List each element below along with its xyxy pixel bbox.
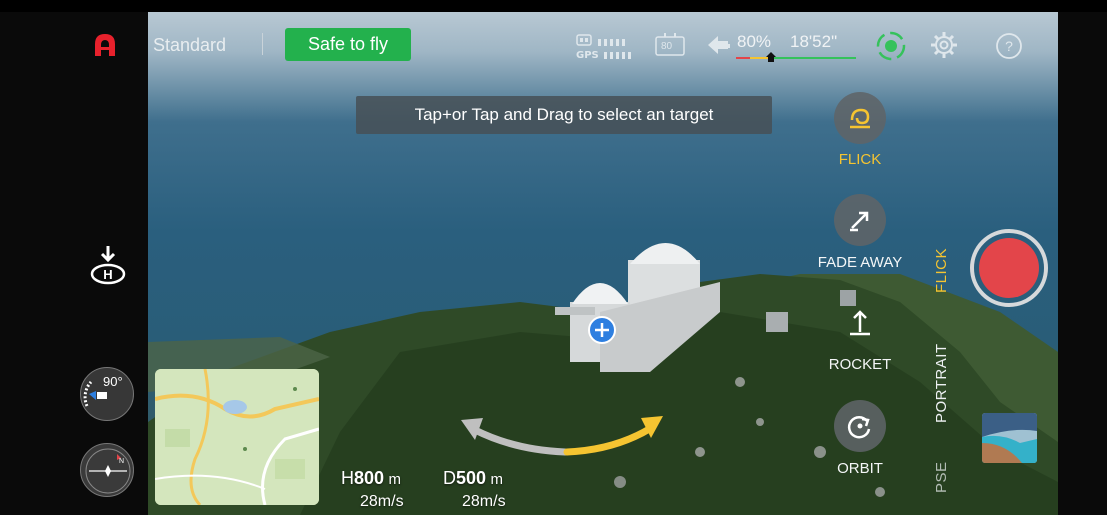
quickshot-flick-button[interactable] [834,92,886,144]
horizontal-speed: 28m/s [462,493,506,510]
right-arrow-path [563,424,655,456]
swipe-direction-arrows [461,416,663,456]
orbit-icon [847,416,871,439]
return-home-icon [708,36,730,54]
target-selection-hint: Tap+or Tap and Drag to select an target [356,96,772,134]
distance-key: D [443,468,456,488]
height-readout: H800 m [341,468,401,489]
plus-icon [595,323,609,337]
rocket-icon [850,310,870,336]
target-marker[interactable] [588,316,616,344]
left-arrow-path [471,426,569,456]
height-key: H [341,468,354,488]
divider [262,33,263,55]
home-marker-icon [766,52,776,62]
compass[interactable]: N [80,443,134,497]
quickshot-label-orbit[interactable]: ORBIT [795,460,925,477]
safety-status-badge: Safe to fly [285,28,411,61]
record-button[interactable] [979,238,1039,298]
flight-time: 18'52" [790,32,838,51]
flick-icon [850,108,870,129]
battery-bar-remaining [768,57,856,59]
gimbal-heading-value: 90° [103,374,123,389]
battery-bar-critical [736,57,750,59]
height-value: 800 [354,468,385,488]
mode-tab-flick[interactable]: FLICK [933,248,950,293]
quickshot-fade-away-button[interactable] [834,194,886,246]
logo-icon [95,34,115,56]
vertical-speed: 28m/s [360,493,404,510]
battery-icon: 80 [654,32,686,58]
gps-label: GPS [576,50,599,61]
battery-icon-value: 80 [661,41,673,52]
settings-icon[interactable] [930,31,958,59]
distance-unit: m [490,471,504,488]
svg-text:?: ? [1005,38,1013,54]
mode-tab-portrait[interactable]: PORTRAIT [933,343,950,423]
mode-tab-pse[interactable]: PSE [933,461,950,493]
help-icon[interactable]: ? [995,32,1023,60]
distance-value: 500 [456,468,487,488]
compass-icon: N [85,448,131,494]
quickshot-rocket-button[interactable] [834,296,886,348]
svg-text:H: H [103,267,112,282]
svg-text:N: N [119,458,124,465]
quickshot-label-rocket[interactable]: ROCKET [795,356,925,373]
gallery-thumbnail[interactable] [982,413,1037,463]
battery-percent: 80% [737,32,772,51]
quickshot-orbit-button[interactable] [834,400,886,452]
flight-mode-label[interactable]: Standard [153,35,226,56]
quickshot-label-fade-away[interactable]: FADE AWAY [795,254,925,271]
distance-readout: D500 m [443,468,503,489]
takeoff-landing-icon[interactable]: H [88,244,128,286]
height-unit: m [388,471,402,488]
fade-away-icon [850,211,869,232]
quickshot-label-flick[interactable]: FLICK [795,151,925,168]
mini-map[interactable] [155,369,319,505]
obstacle-avoidance-icon[interactable] [876,31,906,61]
right-sidebar [1058,12,1107,515]
